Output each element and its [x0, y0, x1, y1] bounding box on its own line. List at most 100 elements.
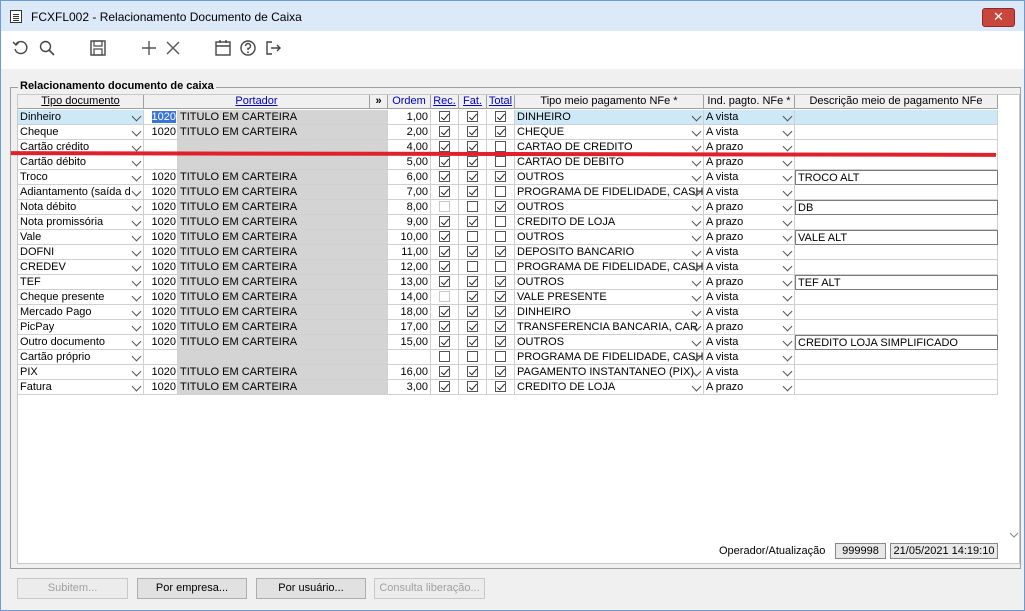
ind-pagto-select[interactable]: A vista	[704, 110, 795, 125]
tipo-meio-select[interactable]: CHEQUE	[515, 125, 704, 140]
total-checkbox[interactable]	[495, 366, 506, 377]
add-icon[interactable]	[139, 39, 159, 59]
total-checkbox[interactable]	[495, 201, 506, 212]
total-checkbox[interactable]	[495, 306, 506, 317]
col-header-tipo-meio[interactable]: Tipo meio pagamento NFe *	[515, 95, 704, 109]
help-icon[interactable]	[238, 39, 258, 59]
descricao-field[interactable]	[795, 380, 998, 395]
chevron-down-icon[interactable]	[782, 156, 793, 167]
chevron-down-icon[interactable]	[131, 306, 142, 317]
portador-code[interactable]: 1020	[144, 230, 178, 245]
ordem-field[interactable]: 5,00	[388, 155, 431, 170]
table-row[interactable]: Fatura 1020 TITULO EM CARTEIRA 3,00 CREDITO …	[18, 380, 998, 395]
tipo-documento-select[interactable]: Nota promissória	[18, 215, 144, 230]
ind-pagto-select[interactable]: A vista	[704, 245, 795, 260]
tipo-documento-select[interactable]: CREDEV	[18, 260, 144, 275]
table-row[interactable]: TEF 1020 TITULO EM CARTEIRA 13,00 OUTROS A pr…	[18, 275, 998, 290]
ind-pagto-select[interactable]: A vista	[704, 260, 795, 275]
fat-checkbox[interactable]	[467, 261, 478, 272]
chevron-down-icon[interactable]	[782, 231, 793, 242]
fat-checkbox[interactable]	[467, 126, 478, 137]
tipo-documento-select[interactable]: Cartão próprio	[18, 350, 144, 365]
chevron-down-icon[interactable]	[691, 141, 702, 152]
table-row[interactable]: Troco 1020 TITULO EM CARTEIRA 6,00 OUTROS A v…	[18, 170, 998, 185]
ordem-field[interactable]: 7,00	[388, 185, 431, 200]
table-row[interactable]: Cartão débito 5,00 CARTAO DE DEBITO A prazo	[18, 155, 998, 170]
table-row[interactable]: Mercado Pago 1020 TITULO EM CARTEIRA 18,00 D…	[18, 305, 998, 320]
ordem-field[interactable]: 9,00	[388, 215, 431, 230]
total-checkbox[interactable]	[495, 261, 506, 272]
chevron-down-icon[interactable]	[782, 141, 793, 152]
portador-code[interactable]: 1020	[144, 245, 178, 260]
chevron-down-icon[interactable]	[782, 366, 793, 377]
chevron-down-icon[interactable]	[131, 291, 142, 302]
table-row[interactable]: Cheque presente 1020 TITULO EM CARTEIRA 14,…	[18, 290, 998, 305]
chevron-down-icon[interactable]	[131, 216, 142, 227]
fat-checkbox[interactable]	[467, 351, 478, 362]
rec-checkbox[interactable]	[439, 216, 450, 227]
ordem-field[interactable]: 1,00	[388, 110, 431, 125]
chevron-down-icon[interactable]	[131, 141, 142, 152]
tipo-meio-select[interactable]: PAGAMENTO INSTANTANEO (PIX)	[515, 365, 704, 380]
ind-pagto-select[interactable]: A prazo	[704, 230, 795, 245]
tipo-documento-select[interactable]: Cartão débito	[18, 155, 144, 170]
delete-icon[interactable]	[163, 39, 183, 59]
portador-code[interactable]	[144, 155, 178, 170]
total-checkbox[interactable]	[495, 111, 506, 122]
descricao-field[interactable]	[795, 125, 998, 140]
total-checkbox[interactable]	[495, 141, 506, 152]
portador-code[interactable]: 1020	[144, 260, 178, 275]
rec-checkbox[interactable]	[439, 156, 450, 167]
descricao-field[interactable]: TROCO ALT	[795, 170, 998, 185]
by-user-button[interactable]: Por usuário...	[256, 578, 366, 599]
chevron-down-icon[interactable]	[691, 246, 702, 257]
chevron-down-icon[interactable]	[782, 126, 793, 137]
rec-checkbox[interactable]	[439, 351, 450, 362]
rec-checkbox[interactable]	[439, 381, 450, 392]
table-row[interactable]: DOFNI 1020 TITULO EM CARTEIRA 11,00 DEPOSITO…	[18, 245, 998, 260]
tipo-meio-select[interactable]: CREDITO DE LOJA	[515, 215, 704, 230]
chevron-down-icon[interactable]	[691, 276, 702, 287]
chevron-down-icon[interactable]	[691, 381, 702, 392]
fat-checkbox[interactable]	[467, 171, 478, 182]
tipo-documento-select[interactable]: Fatura	[18, 380, 144, 395]
rec-checkbox[interactable]	[439, 201, 450, 212]
descricao-field[interactable]	[795, 305, 998, 320]
chevron-down-icon[interactable]	[131, 111, 142, 122]
ordem-field[interactable]: 12,00	[388, 260, 431, 275]
ind-pagto-select[interactable]: A vista	[704, 335, 795, 350]
ordem-field[interactable]: 16,00	[388, 365, 431, 380]
tipo-meio-select[interactable]: PROGRAMA DE FIDELIDADE, CASH	[515, 185, 704, 200]
fat-checkbox[interactable]	[467, 381, 478, 392]
chevron-down-icon[interactable]	[131, 126, 142, 137]
tipo-meio-select[interactable]: DEPOSITO BANCARIO	[515, 245, 704, 260]
ind-pagto-select[interactable]: A vista	[704, 365, 795, 380]
total-checkbox[interactable]	[495, 216, 506, 227]
fat-checkbox[interactable]	[467, 291, 478, 302]
chevron-down-icon[interactable]	[691, 111, 702, 122]
fat-checkbox[interactable]	[467, 156, 478, 167]
portador-code[interactable]: 1020	[144, 110, 178, 125]
tipo-documento-select[interactable]: Mercado Pago	[18, 305, 144, 320]
total-checkbox[interactable]	[495, 291, 506, 302]
descricao-field[interactable]	[795, 350, 998, 365]
tipo-meio-select[interactable]: OUTROS	[515, 275, 704, 290]
chevron-down-icon[interactable]	[782, 201, 793, 212]
col-header-desc[interactable]: Descrição meio de pagamento NFe	[795, 95, 998, 109]
chevron-down-icon[interactable]	[131, 336, 142, 347]
portador-code[interactable]	[144, 350, 178, 365]
ordem-field[interactable]: 10,00	[388, 230, 431, 245]
ind-pagto-select[interactable]: A vista	[704, 170, 795, 185]
chevron-down-icon[interactable]	[691, 291, 702, 302]
chevron-down-icon[interactable]	[782, 111, 793, 122]
tipo-meio-select[interactable]: OUTROS	[515, 335, 704, 350]
rec-checkbox[interactable]	[439, 261, 450, 272]
table-row[interactable]: Nota promissória 1020 TITULO EM CARTEIRA 9,…	[18, 215, 998, 230]
total-checkbox[interactable]	[495, 276, 506, 287]
tipo-documento-select[interactable]: PIX	[18, 365, 144, 380]
col-header-tipo[interactable]: Tipo documento	[18, 95, 144, 109]
tipo-meio-select[interactable]: OUTROS	[515, 170, 704, 185]
fat-checkbox[interactable]	[467, 276, 478, 287]
fat-checkbox[interactable]	[467, 216, 478, 227]
tipo-meio-select[interactable]: OUTROS	[515, 200, 704, 215]
